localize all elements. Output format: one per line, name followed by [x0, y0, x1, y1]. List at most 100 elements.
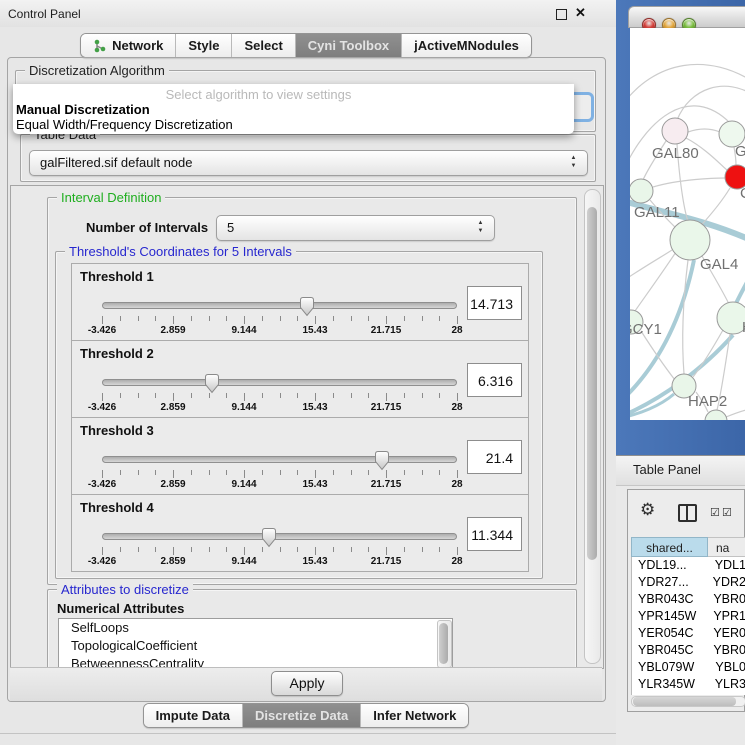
algorithm-option[interactable]: Manual Discretization	[16, 102, 150, 117]
network-node[interactable]	[670, 220, 710, 260]
threshold-slider-track[interactable]	[102, 302, 457, 309]
threshold-slider-handle[interactable]	[203, 372, 221, 395]
cell-name[interactable]: YLR3	[711, 676, 745, 693]
checkbox-icon[interactable]: ☑	[710, 506, 720, 519]
table-row[interactable]: YBR043CYBR0	[632, 591, 745, 608]
cell-shared-name[interactable]: YDL19...	[632, 557, 711, 574]
cell-shared-name[interactable]: YLR345W	[632, 676, 711, 693]
cell-name[interactable]: YIL0	[712, 693, 742, 695]
cell-name[interactable]: YBR0	[709, 642, 745, 659]
network-edge[interactable]	[726, 408, 745, 417]
threshold-value-field[interactable]: 21.4	[467, 440, 522, 474]
threshold-slider-track[interactable]	[102, 456, 457, 463]
table-row[interactable]: YDR27...YDR2	[632, 574, 745, 591]
table-data-combobox[interactable]: galFiltered.sif default node ▲▼	[29, 150, 588, 176]
threshold-value-field[interactable]: 14.713	[467, 286, 522, 320]
tab-network[interactable]: Network	[81, 34, 176, 57]
threshold-slider-handle[interactable]	[260, 526, 278, 549]
slider-tick	[138, 316, 139, 321]
table-horizontal-scrollbar-thumb[interactable]	[633, 697, 736, 706]
threshold-slider-track[interactable]	[102, 533, 457, 540]
slider-tick	[226, 393, 227, 398]
apply-button[interactable]: Apply	[271, 671, 343, 696]
cell-name[interactable]: YDL1	[711, 557, 745, 574]
table-row[interactable]: YIL052CYIL0	[632, 693, 745, 695]
tab-style[interactable]: Style	[176, 34, 232, 57]
attributes-group-title: Attributes to discretize	[57, 582, 193, 597]
slider-tick	[404, 393, 405, 398]
table-row[interactable]: YPR145WYPR1	[632, 608, 745, 625]
gear-icon[interactable]: ⚙	[640, 500, 655, 520]
settings-scrollbar[interactable]	[584, 189, 601, 664]
slider-tick	[173, 547, 174, 555]
cell-shared-name[interactable]: YPR145W	[632, 608, 709, 625]
slider-tick-label: 15.43	[290, 325, 340, 336]
attributes-scrollbar-thumb[interactable]	[439, 623, 448, 664]
table-row[interactable]: YLR345WYLR3	[632, 676, 745, 693]
slider-tick	[333, 393, 334, 398]
table-row[interactable]: YDL19...YDL1	[632, 557, 745, 574]
cell-name[interactable]: YER0	[709, 625, 745, 642]
slider-tick	[439, 316, 440, 321]
tab-infer-network[interactable]: Infer Network	[361, 704, 468, 727]
numerical-attributes-list[interactable]: SelfLoopsTopologicalCoefficientBetweenne…	[58, 618, 453, 669]
slider-tick	[315, 547, 316, 555]
cell-name[interactable]: YBL0	[711, 659, 745, 676]
network-edge[interactable]	[693, 330, 723, 377]
float-window-icon[interactable]	[556, 9, 567, 20]
cell-name[interactable]: YDR2	[709, 574, 745, 591]
slider-tick	[333, 470, 334, 475]
attribute-item[interactable]: SelfLoops	[59, 619, 452, 637]
slider-tick-label: 9.144	[219, 325, 269, 336]
cell-shared-name[interactable]: YDR27...	[632, 574, 709, 591]
network-edge[interactable]	[688, 129, 720, 132]
attribute-items: SelfLoopsTopologicalCoefficientBetweenne…	[59, 619, 452, 669]
network-node[interactable]	[630, 179, 653, 203]
cell-name[interactable]: YBR0	[709, 591, 745, 608]
close-icon[interactable]: ✕	[575, 5, 586, 21]
slider-tick	[155, 393, 156, 398]
split-columns-icon[interactable]	[678, 504, 697, 522]
slider-tick	[209, 470, 210, 475]
attributes-scrollbar[interactable]	[437, 620, 452, 668]
cell-shared-name[interactable]: YBR045C	[632, 642, 709, 659]
tab-cyni-toolbox[interactable]: Cyni Toolbox	[296, 34, 402, 57]
threshold-slider-handle[interactable]	[373, 449, 391, 472]
network-edge-thick[interactable]	[630, 394, 674, 418]
settings-scrollbar-thumb[interactable]	[587, 207, 597, 560]
network-edge[interactable]	[653, 178, 726, 187]
slider-tick-label: 15.43	[290, 556, 340, 567]
cell-shared-name[interactable]: YBL079W	[632, 659, 711, 676]
network-node[interactable]	[717, 302, 745, 334]
tab-discretize-data[interactable]: Discretize Data	[243, 704, 361, 727]
table-row[interactable]: YBL079WYBL0	[632, 659, 745, 676]
cell-shared-name[interactable]: YBR043C	[632, 591, 709, 608]
threshold-value-field[interactable]: 11.344	[467, 517, 522, 551]
slider-tick	[138, 393, 139, 398]
attribute-item[interactable]: TopologicalCoefficient	[59, 637, 452, 655]
column-header-name[interactable]: na	[708, 537, 745, 557]
tab-select[interactable]: Select	[232, 34, 295, 57]
threshold-slider-handle[interactable]	[298, 295, 316, 318]
table-row[interactable]: YBR045CYBR0	[632, 642, 745, 659]
column-header-shared-name[interactable]: shared...	[631, 537, 708, 557]
tab-label: Impute Data	[156, 708, 230, 723]
algorithm-option[interactable]: Equal Width/Frequency Discretization	[16, 117, 233, 132]
checkbox-icon[interactable]: ☑	[722, 506, 732, 519]
table-row[interactable]: YER054CYER0	[632, 625, 745, 642]
cell-shared-name[interactable]: YER054C	[632, 625, 709, 642]
tab-impute-data[interactable]: Impute Data	[144, 704, 243, 727]
network-node[interactable]	[662, 118, 688, 144]
cell-shared-name[interactable]: YIL052C	[632, 693, 712, 695]
threshold-value-field[interactable]: 6.316	[467, 363, 522, 397]
network-window-titlebar[interactable]	[628, 6, 745, 28]
threshold-slider-track[interactable]	[102, 379, 457, 386]
slider-tick	[191, 547, 192, 552]
table-horizontal-scrollbar[interactable]	[631, 696, 745, 707]
network-edge[interactable]	[677, 86, 745, 120]
network-canvas[interactable]: GAL80GCGAL11GAL4GCY1HHAP2	[630, 28, 745, 420]
tab-jactivemnodules[interactable]: jActiveMNodules	[402, 34, 531, 57]
cell-name[interactable]: YPR1	[709, 608, 745, 625]
network-edge[interactable]	[683, 260, 688, 374]
number-of-intervals-combobox[interactable]: 5 ▲▼	[216, 215, 495, 241]
